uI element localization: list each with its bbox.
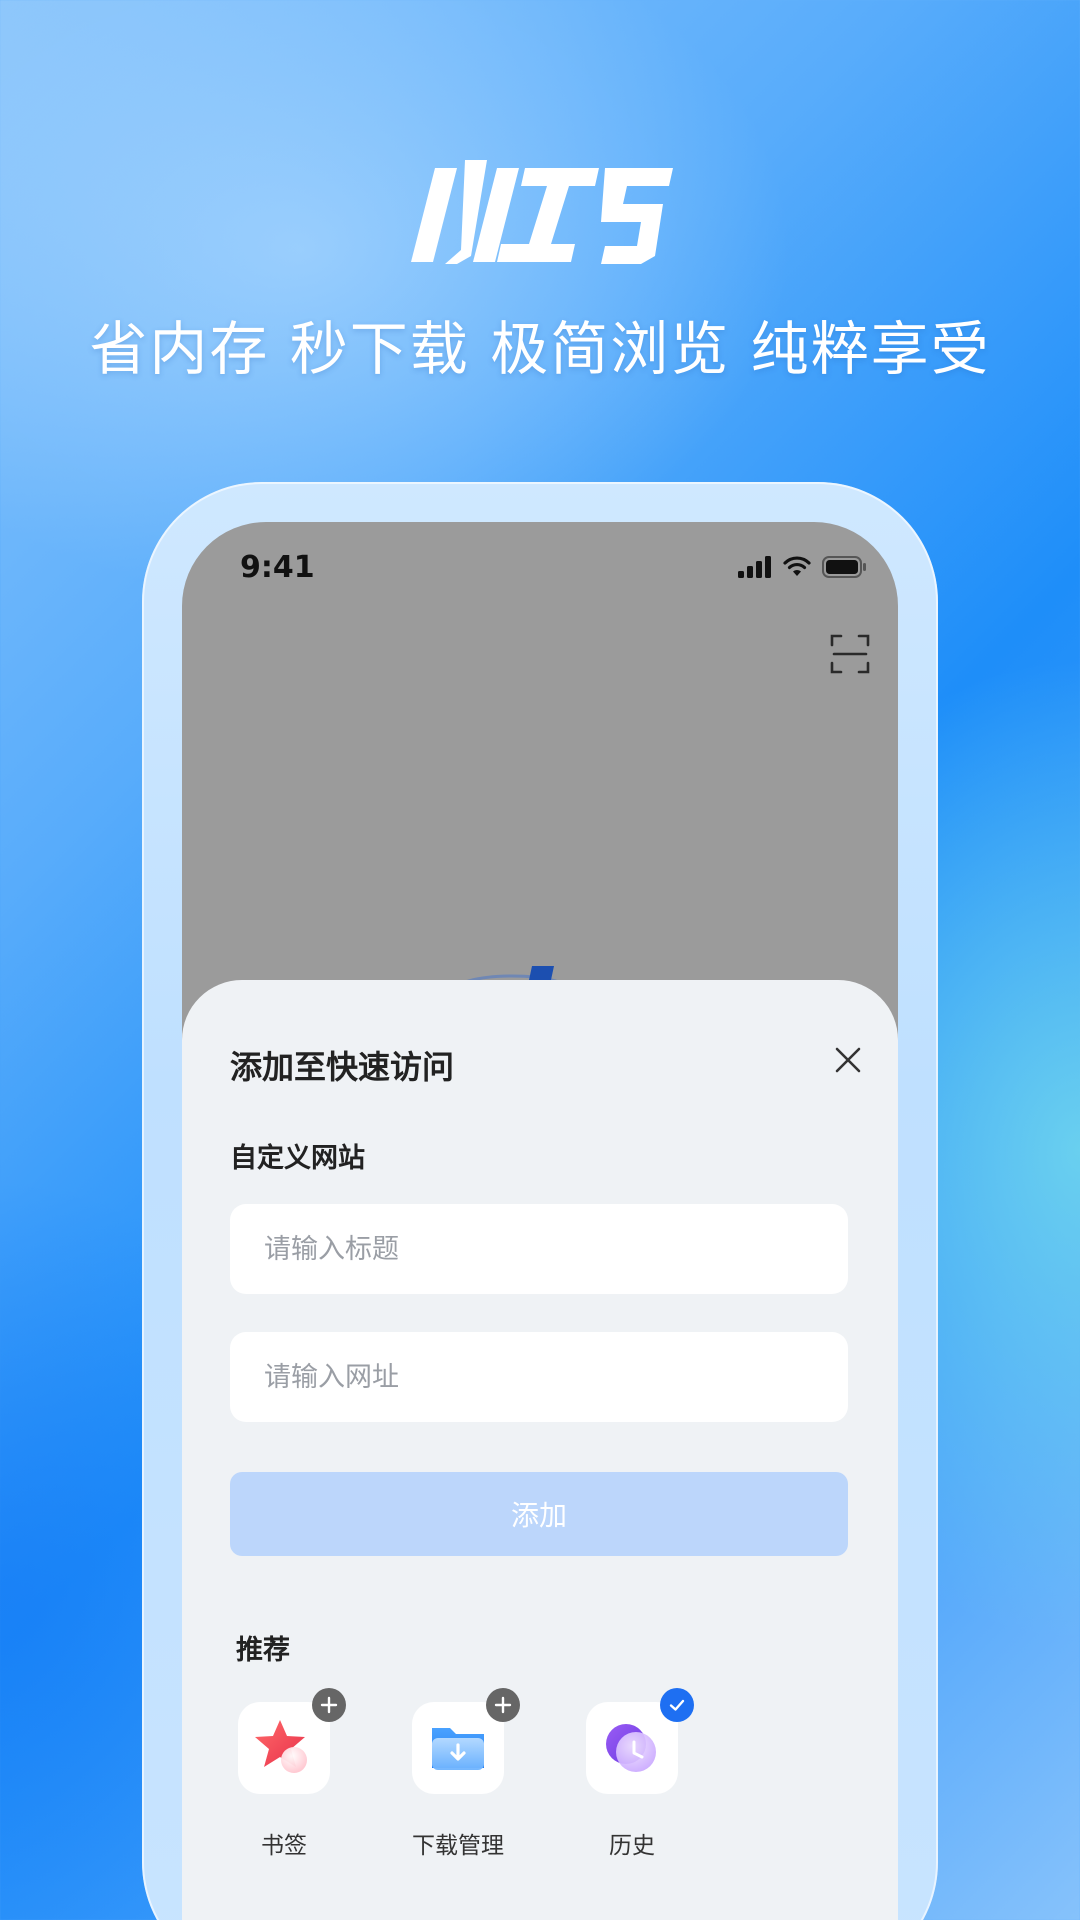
scan-icon xyxy=(830,634,870,674)
plus-icon xyxy=(320,1696,338,1714)
app-logo-graphic xyxy=(411,160,673,264)
check-icon xyxy=(669,1699,685,1711)
history-clock-icon xyxy=(606,1724,656,1772)
close-icon xyxy=(835,1047,861,1073)
wifi-icon xyxy=(783,556,811,576)
recommend-item-label: 书签 xyxy=(261,1833,307,1859)
quick-access-sheet: 添加至快速访问 自定义网站 添加 推荐 xyxy=(182,980,898,1920)
added-check-badge[interactable] xyxy=(660,1688,694,1722)
url-input[interactable] xyxy=(230,1332,848,1422)
cellular-signal-icon xyxy=(738,556,771,578)
bookmark-star-icon xyxy=(255,1720,307,1773)
status-icons xyxy=(738,552,868,582)
recommend-item-bookmarks[interactable]: 书签 xyxy=(200,1688,360,1862)
recommend-item-label: 下载管理 xyxy=(412,1833,504,1859)
plus-icon xyxy=(494,1696,512,1714)
title-input[interactable] xyxy=(230,1204,848,1294)
custom-site-label: 自定义网站 xyxy=(230,1143,365,1174)
phone-screen: 9:41 添加至快速访问 自定义网站 请输入标题 请输入网址 添加 推荐 书签 … xyxy=(182,522,898,1920)
recommend-item-history[interactable]: 历史 xyxy=(548,1688,708,1862)
add-badge[interactable] xyxy=(486,1688,520,1722)
close-button[interactable] xyxy=(826,1038,870,1082)
battery-icon xyxy=(822,556,866,578)
add-badge[interactable] xyxy=(312,1688,346,1722)
scan-button[interactable] xyxy=(830,634,870,674)
recommend-label: 推荐 xyxy=(236,1635,290,1666)
recommend-item-label: 历史 xyxy=(609,1833,655,1859)
download-folder-icon xyxy=(432,1728,484,1770)
app-logo: 小巧 xyxy=(405,160,675,270)
add-button[interactable]: 添加 xyxy=(230,1472,848,1556)
sheet-title: 添加至快速访问 xyxy=(230,1048,455,1086)
tagline: 省内存 秒下载 极简浏览 纯粹享受 xyxy=(89,315,991,383)
recommend-item-downloads[interactable]: 下载管理 xyxy=(374,1688,534,1862)
status-time: 9:41 xyxy=(240,550,315,585)
